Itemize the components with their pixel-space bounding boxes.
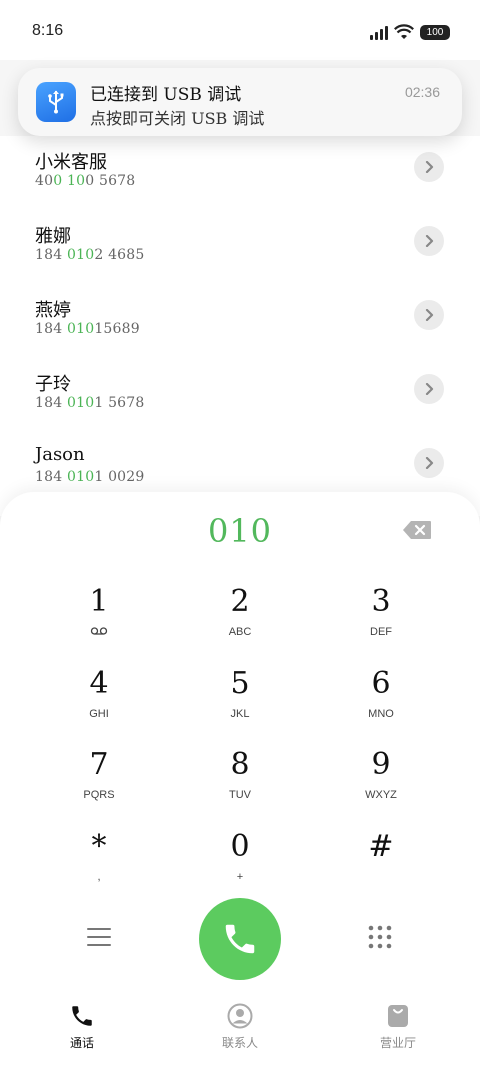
contact-row[interactable]: 小米客服 400 100 5678 <box>0 148 480 208</box>
key-6[interactable]: 6 MNO <box>321 666 441 736</box>
contact-number: 184 0102 4685 <box>35 247 145 263</box>
bottom-tab-bar: 通话 联系人 营业厅 <box>0 1002 480 1062</box>
key-4[interactable]: 4 GHI <box>39 666 159 736</box>
tab-label: 营业厅 <box>379 1036 416 1050</box>
key-5[interactable]: 5 JKL <box>180 666 300 736</box>
menu-icon[interactable] <box>86 926 112 948</box>
contact-detail-button[interactable] <box>414 448 444 478</box>
keypad-grid-icon[interactable] <box>367 924 393 950</box>
key-7[interactable]: 7 PQRS <box>39 747 159 817</box>
contact-number: 184 01015689 <box>35 321 140 337</box>
contact-name: 雅娜 <box>35 226 71 247</box>
contact-name: 小米客服 <box>35 152 107 173</box>
person-icon <box>226 1002 254 1030</box>
usb-debug-notification[interactable]: 已连接到 USB 调试 点按即可关闭 USB 调试 02:36 <box>18 68 462 136</box>
chevron-right-icon <box>425 235 434 247</box>
contact-detail-button[interactable] <box>414 374 444 404</box>
key-3[interactable]: 3 DEF <box>321 584 441 654</box>
status-icons: 100 <box>370 24 450 40</box>
contact-number: 400 100 5678 <box>35 173 136 189</box>
contact-row[interactable]: 燕婷 184 01015689 <box>0 296 480 356</box>
chevron-right-icon <box>425 161 434 173</box>
tab-calls[interactable]: 通话 <box>22 1002 142 1051</box>
notification-subtitle: 点按即可关闭 USB 调试 <box>90 109 265 128</box>
tab-contacts[interactable]: 联系人 <box>180 1002 300 1051</box>
wifi-icon <box>394 24 414 39</box>
key-1[interactable]: 1 <box>39 584 159 654</box>
phone-icon <box>225 924 255 954</box>
contact-name: 子玲 <box>35 374 71 395</box>
chevron-right-icon <box>425 383 434 395</box>
notification-title: 已连接到 USB 调试 <box>90 85 242 105</box>
contact-detail-button[interactable] <box>414 300 444 330</box>
key-2[interactable]: 2 ABC <box>180 584 300 654</box>
shopping-bag-icon <box>384 1002 412 1030</box>
notification-time: 02:36 <box>404 84 440 100</box>
call-action-row <box>0 898 480 980</box>
contact-row[interactable]: 雅娜 184 0102 4685 <box>0 222 480 282</box>
key-9[interactable]: 9 WXYZ <box>321 747 441 817</box>
key-star[interactable]: *, <box>39 829 159 899</box>
status-time: 8:16 <box>32 22 64 39</box>
contact-number: 184 0101 5678 <box>35 395 145 411</box>
contact-detail-button[interactable] <box>414 226 444 256</box>
dialer-keypad: 010 1 2 ABC 3 DEF 4 GHI 5 JKL 6 MNO 7 PQRS 8 TU… <box>0 492 480 1067</box>
signal-icon <box>370 24 388 40</box>
key-hash[interactable]: # <box>321 829 441 899</box>
battery-indicator: 100 <box>420 24 450 40</box>
tab-label: 通话 <box>69 1036 94 1050</box>
contact-name: 燕婷 <box>35 300 71 321</box>
key-8[interactable]: 8 TUV <box>180 747 300 817</box>
voicemail-icon <box>90 627 108 635</box>
tab-service-hall[interactable]: 营业厅 <box>338 1002 458 1051</box>
contact-suggestion-list: 小米客服 400 100 5678 雅娜 184 0102 4685 燕婷 18… <box>0 136 480 516</box>
contact-name: Jason <box>35 444 85 465</box>
key-0[interactable]: 0 + <box>180 829 300 899</box>
call-button[interactable] <box>199 898 281 980</box>
status-bar: 8:16 100 <box>0 0 480 60</box>
chevron-right-icon <box>425 457 434 469</box>
backspace-icon[interactable] <box>402 520 432 540</box>
usb-icon <box>36 82 76 122</box>
contact-detail-button[interactable] <box>414 152 444 182</box>
contact-number: 184 0101 0029 <box>35 469 145 485</box>
tab-label: 联系人 <box>221 1036 258 1050</box>
contact-row[interactable]: 子玲 184 0101 5678 <box>0 370 480 430</box>
chevron-right-icon <box>425 309 434 321</box>
phone-icon <box>68 1002 96 1030</box>
